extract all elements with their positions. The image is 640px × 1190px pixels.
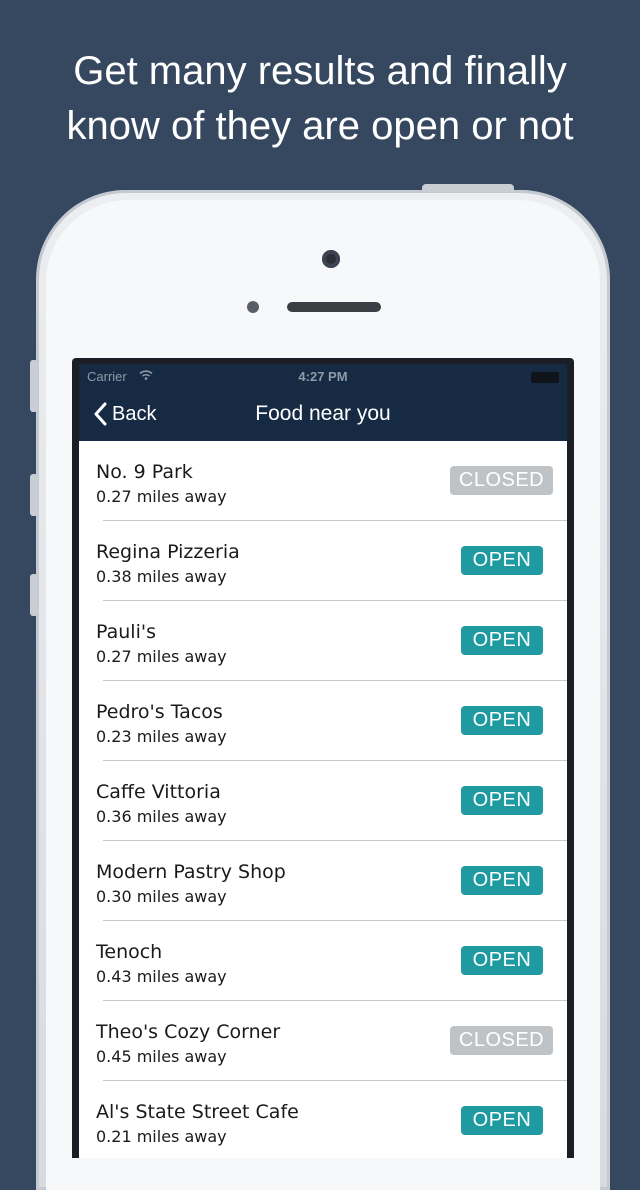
status-badge: OPEN — [461, 626, 543, 655]
headline-line-2: know of they are open or not — [66, 104, 574, 148]
status-badge: OPEN — [461, 706, 543, 735]
volume-up-button — [30, 474, 38, 516]
places-list: No. 9 Park 0.27 miles away CLOSED Regina… — [79, 441, 567, 1158]
list-item[interactable]: Caffe Vittoria 0.36 miles away OPEN — [79, 761, 567, 841]
list-item[interactable]: Al's State Street Cafe 0.21 miles away O… — [79, 1081, 567, 1158]
earpiece-speaker — [287, 302, 381, 312]
app-screen: Carrier 4:27 PM Back Food near you No. 9… — [79, 364, 567, 1158]
status-badge: OPEN — [461, 1106, 543, 1135]
list-item[interactable]: Pauli's 0.27 miles away OPEN — [79, 601, 567, 681]
status-badge: CLOSED — [450, 1026, 553, 1055]
volume-down-button — [30, 574, 38, 616]
promo-headline: Get many results and finally know of the… — [0, 44, 640, 154]
place-name: Caffe Vittoria — [96, 781, 221, 803]
list-item[interactable]: Tenoch 0.43 miles away OPEN — [79, 921, 567, 1001]
front-camera — [322, 250, 340, 268]
place-distance: 0.21 miles away — [96, 1127, 227, 1146]
status-badge: OPEN — [461, 546, 543, 575]
place-distance: 0.36 miles away — [96, 807, 227, 826]
page-title: Food near you — [255, 402, 391, 425]
place-distance: 0.38 miles away — [96, 567, 227, 586]
headline-line-1: Get many results and finally — [73, 49, 567, 93]
place-distance: 0.30 miles away — [96, 887, 227, 906]
battery-icon — [531, 372, 559, 383]
place-distance: 0.27 miles away — [96, 487, 227, 506]
place-name: Modern Pastry Shop — [96, 861, 286, 883]
navigation-bar: Carrier 4:27 PM Back Food near you — [79, 364, 567, 441]
place-name: Pauli's — [96, 621, 156, 643]
status-badge: OPEN — [461, 786, 543, 815]
power-button — [422, 184, 514, 192]
place-name: Theo's Cozy Corner — [96, 1021, 281, 1043]
list-item[interactable]: Theo's Cozy Corner 0.45 miles away CLOSE… — [79, 1001, 567, 1081]
place-name: Pedro's Tacos — [96, 701, 223, 723]
list-item[interactable]: Modern Pastry Shop 0.30 miles away OPEN — [79, 841, 567, 921]
mute-switch — [30, 360, 38, 412]
place-distance: 0.45 miles away — [96, 1047, 227, 1066]
list-item[interactable]: Regina Pizzeria 0.38 miles away OPEN — [79, 521, 567, 601]
place-name: Regina Pizzeria — [96, 541, 240, 563]
status-bar: Carrier 4:27 PM — [79, 364, 567, 388]
place-name: Al's State Street Cafe — [96, 1101, 299, 1123]
proximity-sensor — [247, 301, 259, 313]
status-badge: OPEN — [461, 866, 543, 895]
place-distance: 0.23 miles away — [96, 727, 227, 746]
status-badge: CLOSED — [450, 466, 553, 495]
status-badge: OPEN — [461, 946, 543, 975]
list-item[interactable]: Pedro's Tacos 0.23 miles away OPEN — [79, 681, 567, 761]
status-time: 4:27 PM — [298, 369, 348, 384]
phone-screen: Carrier 4:27 PM Back Food near you No. 9… — [72, 358, 574, 1158]
place-distance: 0.27 miles away — [96, 647, 227, 666]
place-name: Tenoch — [96, 941, 163, 963]
place-distance: 0.43 miles away — [96, 967, 227, 986]
list-item[interactable]: No. 9 Park 0.27 miles away CLOSED — [79, 441, 567, 521]
place-name: No. 9 Park — [96, 461, 193, 483]
